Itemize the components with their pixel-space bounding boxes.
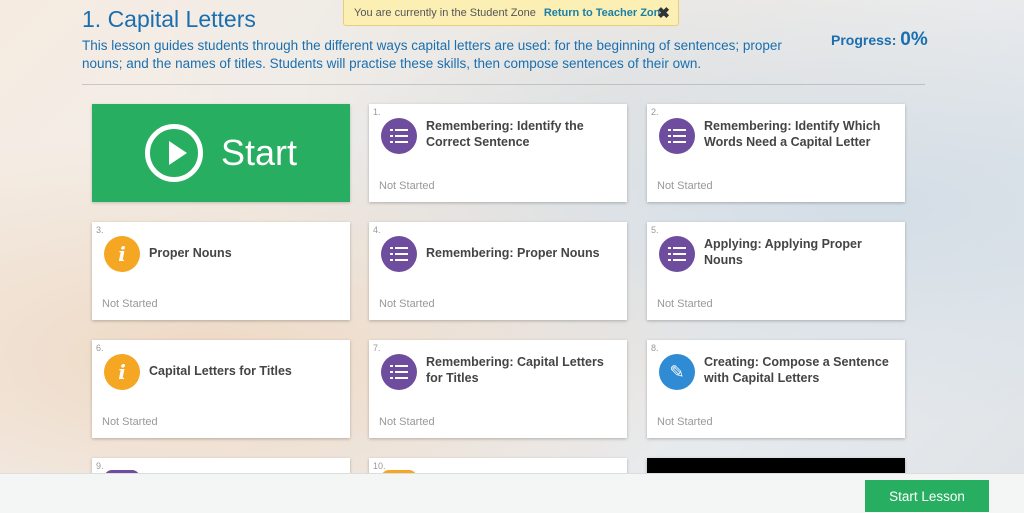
checklist-icon [381,354,417,390]
card-title: Applying: Applying Proper Nouns [704,237,862,267]
card-number: 8. [651,343,659,353]
progress-value: 0% [900,29,928,50]
card-title: Capital Letters for Titles [149,364,292,378]
card-number: 5. [651,225,659,235]
checklist-icon [659,236,695,272]
card-title: Remembering: Identify the Correct Senten… [426,119,584,149]
activity-card-4[interactable]: 4. Remembering: Proper Nouns Not Started [369,222,627,320]
card-title: Proper Nouns [149,246,232,260]
pencil-icon: ✎ [659,354,695,390]
student-zone-banner: You are currently in the Student Zone Re… [343,0,679,26]
card-status: Not Started [379,180,435,192]
card-number: 9. [96,461,104,471]
lesson-title: 1. Capital Letters [82,6,256,32]
activity-card-7[interactable]: 7. Remembering: Capital Letters for Titl… [369,340,627,438]
card-status: Not Started [379,298,435,310]
progress-label: Progress: [831,32,897,48]
activity-card-3[interactable]: 3. i Proper Nouns Not Started [92,222,350,320]
card-number: 2. [651,107,659,117]
card-number: 7. [373,343,381,353]
activity-card-2[interactable]: 2. Remembering: Identify Which Words Nee… [647,104,905,202]
card-title: Remembering: Proper Nouns [426,246,600,260]
card-number: 1. [373,107,381,117]
lesson-description: This lesson guides students through the … [82,38,782,71]
card-title: Remembering: Capital Letters for Titles [426,355,604,385]
card-number: 10. [373,461,386,471]
checklist-icon [659,118,695,154]
start-label: Start [220,132,298,173]
info-icon: i [104,236,140,272]
card-status: Not Started [657,298,713,310]
card-number: 6. [96,343,104,353]
card-title: Remembering: Identify Which Words Need a… [704,119,881,149]
info-icon: i [104,354,140,390]
return-to-teacher-zone-link[interactable]: Return to Teacher Zone [544,7,667,19]
activity-card-8[interactable]: 8. ✎ Creating: Compose a Sentence with C… [647,340,905,438]
card-title: Creating: Compose a Sentence with Capita… [704,355,889,385]
card-number: 4. [373,225,381,235]
activity-card-1[interactable]: 1. Remembering: Identify the Correct Sen… [369,104,627,202]
checklist-icon [381,118,417,154]
card-number: 3. [96,225,104,235]
start-card[interactable]: Start [92,104,350,202]
checklist-icon [381,236,417,272]
card-status: Not Started [657,416,713,428]
card-status: Not Started [379,416,435,428]
card-status: Not Started [102,416,158,428]
play-circle-icon [144,124,203,182]
activity-card-6[interactable]: 6. i Capital Letters for Titles Not Star… [92,340,350,438]
header-divider [82,84,925,85]
card-status: Not Started [102,298,158,310]
student-zone-text: You are currently in the Student Zone [354,6,536,19]
progress-indicator: Progress: 0% [831,29,928,51]
start-lesson-button[interactable]: Start Lesson [865,480,989,512]
card-status: Not Started [657,180,713,192]
close-icon[interactable]: ✖ [657,4,670,22]
activity-card-5[interactable]: 5. Applying: Applying Proper Nouns Not S… [647,222,905,320]
